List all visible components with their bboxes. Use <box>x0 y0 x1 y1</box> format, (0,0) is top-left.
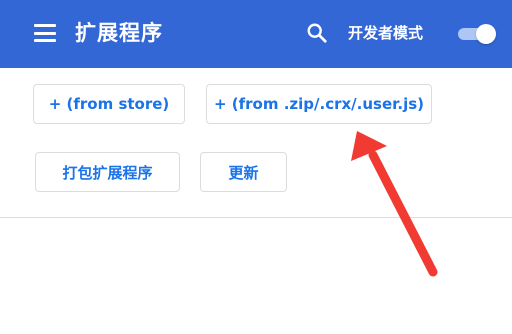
page-title: 扩展程序 <box>75 21 163 45</box>
section-divider <box>0 217 512 218</box>
app-header: 扩展程序 开发者模式 <box>0 0 512 68</box>
toggle-knob <box>476 24 496 44</box>
hamburger-menu-icon[interactable] <box>34 24 56 42</box>
developer-mode-toggle[interactable] <box>456 24 496 44</box>
developer-mode-label: 开发者模式 <box>348 24 424 42</box>
load-from-store-button[interactable]: + (from store) <box>33 84 185 124</box>
load-from-file-button[interactable]: + (from .zip/.crx/.user.js) <box>206 84 432 124</box>
search-icon[interactable] <box>306 22 328 44</box>
pack-extension-button[interactable]: 打包扩展程序 <box>35 152 180 192</box>
update-button[interactable]: 更新 <box>200 152 287 192</box>
